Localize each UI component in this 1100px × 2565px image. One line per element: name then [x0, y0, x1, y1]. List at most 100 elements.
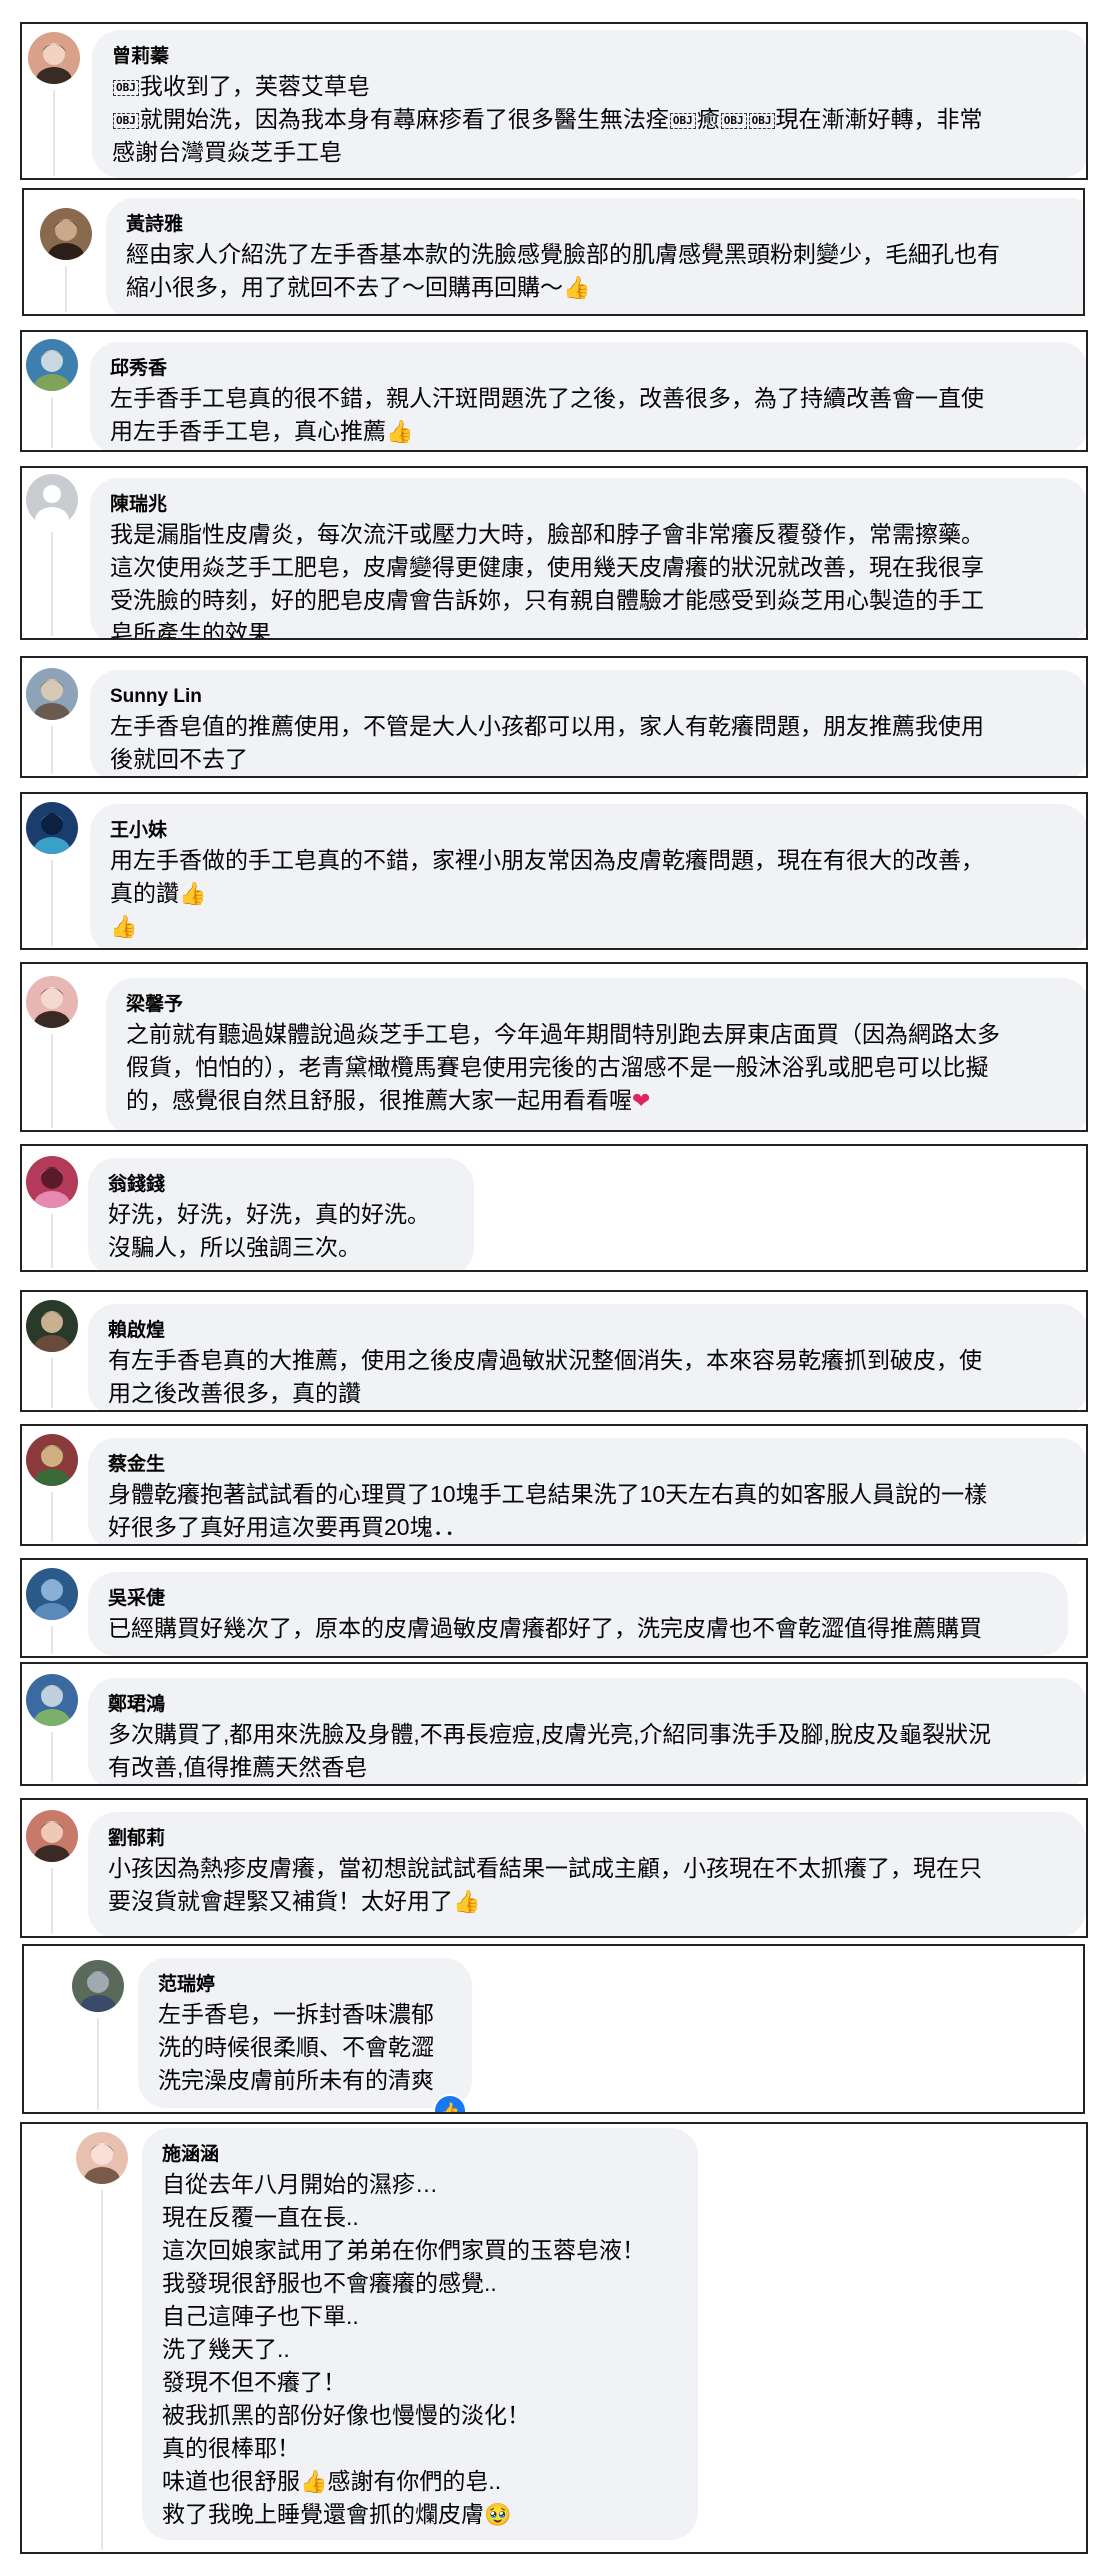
- comment-card: 邱秀香 左手香手工皂真的很不錯，親人汗斑問題洗了之後，改善很多，為了持續改善會一直…: [20, 330, 1088, 452]
- commenter-name[interactable]: 梁馨予: [126, 992, 1070, 1018]
- comment-line: 用之後改善很多，真的讚: [108, 1380, 361, 1406]
- object-placeholder-icon: OBJ: [720, 113, 747, 129]
- comment-line: 假貨，怕怕的），老青黛橄欖馬賽皂使用完後的古溜感不是一般沐浴乳或肥皂可以比擬: [126, 1054, 989, 1080]
- comment-text: 之前就有聽過媒體說過焱芝手工皂，今年過年期間特別跑去屏東店面買（因為網路太多 假貨…: [126, 1018, 1070, 1117]
- comment-card: 施涵涵 自從去年八月開始的濕疹… 現在反覆一直在長.. 這次回娘家試用了弟弟在你們家買…: [20, 2122, 1088, 2554]
- comment-line: OBJ 就開始洗，因為我本身有蕁麻疹看了很多醫生無法痊 OBJ 癒 OBJ OBJ 現在漸漸…: [112, 103, 1070, 136]
- comment-text: 左手香皂值的推薦使用，不管是大人小孩都可以用，家人有乾癢問題，朋友推薦我使用 後就…: [110, 710, 1068, 776]
- avatar[interactable]: [26, 1156, 78, 1208]
- thread-line: [51, 1214, 53, 1268]
- comment-card: 劉郁莉 小孩因為熱疹皮膚癢，當初想說試試看結果一試成主顧，小孩現在不太抓癢了，現在…: [20, 1798, 1088, 1938]
- comment-line: 左手香手工皂真的很不錯，親人汗斑問題洗了之後，改善很多，為了持續改善會一直使: [110, 385, 984, 411]
- commenter-name[interactable]: 陳瑞兆: [110, 492, 1068, 518]
- comment-line: 洗了幾天了..: [162, 2336, 290, 2362]
- avatar[interactable]: [26, 1568, 78, 1620]
- comment-text: 經由家人介紹洗了左手香基本款的洗臉感覺臉部的肌膚感覺黑頭粉刺變少，毛細孔也有 縮小…: [126, 238, 1078, 304]
- avatar[interactable]: [26, 668, 78, 720]
- comment-bubble: 蔡金生 身體乾癢抱著試試看的心理買了10塊手工皂結果洗了10天左右真的如客服人員說…: [88, 1438, 1086, 1544]
- comment-text: 自從去年八月開始的濕疹… 現在反覆一直在長.. 這次回娘家試用了弟弟在你們家買的玉蓉…: [162, 2168, 678, 2531]
- comment-text: 多次購買了,都用來洗臉及身體,不再長痘痘,皮膚光亮,介紹同事洗手及腳,脫皮及龜裂…: [108, 1718, 1068, 1784]
- avatar[interactable]: [26, 1810, 78, 1862]
- comment-bubble: 鄭珺鴻多次購買了,都用來洗臉及身體,不再長痘痘,皮膚光亮,介紹同事洗手及腳,脫皮…: [88, 1678, 1086, 1784]
- comment-card: Sunny Lin 左手香皂值的推薦使用，不管是大人小孩都可以用，家人有乾癢問題，…: [20, 656, 1088, 778]
- thumbs-up-icon: 👍: [386, 420, 414, 445]
- comment-line: 現在反覆一直在長..: [162, 2204, 359, 2230]
- avatar[interactable]: [28, 32, 80, 84]
- commenter-name[interactable]: 王小妹: [110, 818, 1068, 844]
- avatar[interactable]: [26, 339, 78, 391]
- comment-card: 范瑞婷 左手香皂，一拆封香味濃郁 洗的時候很柔順、不會乾澀 洗完澡皮膚前所未有的清爽 👍: [22, 1944, 1085, 2114]
- comment-text: 好洗，好洗，好洗，真的好洗。 沒騙人，所以強調三次。: [108, 1198, 454, 1264]
- avatar[interactable]: [72, 1960, 124, 2012]
- comment-line: 要沒貨就會趕緊又補貨！太好用了👍: [108, 1888, 481, 1915]
- avatar[interactable]: [26, 1300, 78, 1352]
- comment-line: OBJ 我收到了，芙蓉艾草皂: [112, 70, 1070, 103]
- commenter-name[interactable]: 蔡金生: [108, 1452, 1068, 1478]
- comment-text: 左手香手工皂真的很不錯，親人汗斑問題洗了之後，改善很多，為了持續改善會一直使 用左…: [110, 382, 1068, 448]
- comment-card: 陳瑞兆 我是漏脂性皮膚炎，每次流汗或壓力大時，臉部和脖子會非常癢反覆發作，常需擦藥…: [20, 466, 1088, 640]
- thread-line: [51, 1492, 53, 1542]
- comment-text: 小孩因為熱疹皮膚癢，當初想說試試看結果一試成主顧，小孩現在不太抓癢了，現在只 要沒…: [108, 1852, 1066, 1918]
- comment-text: 有左手香皂真的大推薦，使用之後皮膚過敏狀況整個消失，本來容易乾癢抓到破皮，使 用之…: [108, 1344, 1068, 1410]
- commenter-name[interactable]: 翁錢錢: [108, 1172, 454, 1198]
- avatar[interactable]: [40, 208, 92, 260]
- thumbs-up-icon: 👍: [179, 882, 207, 907]
- commenter-name[interactable]: 吳采倢: [108, 1586, 1048, 1612]
- comment-bubble: 劉郁莉 小孩因為熱疹皮膚癢，當初想說試試看結果一試成主顧，小孩現在不太抓癢了，現在…: [88, 1812, 1086, 1936]
- teary-face-icon: 🥹: [484, 2503, 512, 2528]
- comment-text: 我是漏脂性皮膚炎，每次流汗或壓力大時，臉部和脖子會非常癢反覆發作，常需擦藥。 這次…: [110, 518, 1068, 640]
- comment-line: 之前就有聽過媒體說過焱芝手工皂，今年過年期間特別跑去屏東店面買（因為網路太多: [126, 1021, 1000, 1047]
- thread-line: [51, 532, 53, 636]
- commenter-name[interactable]: 曾莉蓁: [112, 44, 1070, 70]
- commenter-name[interactable]: 鄭珺鴻: [108, 1692, 1068, 1718]
- commenter-name[interactable]: 范瑞婷: [158, 1972, 452, 1998]
- avatar[interactable]: [26, 1434, 78, 1486]
- comment-line: 受洗臉的時刻，好的肥皂皮膚會告訴妳，只有親自體驗才能感受到焱芝用心製造的手工: [110, 587, 984, 613]
- comment-bubble: 梁馨予 之前就有聽過媒體說過焱芝手工皂，今年過年期間特別跑去屏東店面買（因為網路太…: [106, 978, 1086, 1130]
- comment-line: 👍: [110, 910, 1068, 943]
- comment-card: 吳采倢 已經購買好幾次了，原本的皮膚過敏皮膚癢都好了，洗完皮膚也不會乾澀值得推薦購…: [20, 1558, 1088, 1658]
- thumbs-up-icon: 👍: [300, 2470, 328, 2495]
- thread-line: [51, 1358, 53, 1408]
- comment-bubble: 陳瑞兆 我是漏脂性皮膚炎，每次流汗或壓力大時，臉部和脖子會非常癢反覆發作，常需擦藥…: [90, 478, 1086, 640]
- thread-line: [51, 397, 53, 448]
- thread-line: [51, 1626, 53, 1654]
- thread-line: [51, 1034, 53, 1128]
- heart-icon: ❤: [632, 1089, 651, 1114]
- comment-line: 好洗，好洗，好洗，真的好洗。: [108, 1201, 430, 1227]
- commenter-name[interactable]: 邱秀香: [110, 356, 1068, 382]
- object-placeholder-icon: OBJ: [748, 113, 775, 129]
- comment-line: 用左手香手工皂，真心推薦👍: [110, 418, 414, 445]
- comment-text: 用左手香做的手工皂真的不錯，家裡小朋友常因為皮膚乾癢問題，現在有很大的改善， 真的…: [110, 844, 1068, 943]
- thumbs-up-icon: 👍: [110, 915, 138, 940]
- avatar[interactable]: [26, 474, 78, 526]
- comment-line: 多次購買了,都用來洗臉及身體,不再長痘痘,皮膚光亮,介紹同事洗手及腳,脫皮及龜裂…: [108, 1721, 991, 1747]
- comment-line: 發現不但不癢了！: [162, 2369, 346, 2395]
- commenter-name[interactable]: 劉郁莉: [108, 1826, 1066, 1852]
- avatar[interactable]: [76, 2132, 128, 2184]
- commenter-name[interactable]: 賴啟煌: [108, 1318, 1068, 1344]
- thread-line: [51, 1732, 53, 1782]
- thread-line: [97, 2018, 99, 2110]
- comment-bubble: 吳采倢 已經購買好幾次了，原本的皮膚過敏皮膚癢都好了，洗完皮膚也不會乾澀值得推薦購…: [88, 1572, 1068, 1656]
- comment-card: 王小妹 用左手香做的手工皂真的不錯，家裡小朋友常因為皮膚乾癢問題，現在有很大的改善…: [20, 792, 1088, 950]
- thread-line: [51, 860, 53, 946]
- comment-text: 身體乾癢抱著試試看的心理買了10塊手工皂結果洗了10天左右真的如客服人員說的一樣…: [108, 1478, 1068, 1544]
- comment-line: 縮小很多，用了就回不去了～回購再回購～👍: [126, 274, 591, 301]
- commenter-name[interactable]: 施涵涵: [162, 2142, 678, 2168]
- commenter-name[interactable]: 黃詩雅: [126, 212, 1078, 238]
- object-placeholder-icon: OBJ: [113, 80, 139, 96]
- avatar[interactable]: [26, 1674, 78, 1726]
- comment-line: 沒騙人，所以強調三次。: [108, 1234, 361, 1260]
- thread-line: [101, 2190, 103, 2550]
- avatar[interactable]: [26, 976, 78, 1028]
- commenter-name[interactable]: Sunny Lin: [110, 684, 1068, 710]
- comment-card: 曾莉蓁 OBJ 我收到了，芙蓉艾草皂 OBJ 就開始洗，因為我本身有蕁麻疹看了很多醫生無…: [20, 22, 1088, 180]
- comment-line: 後就回不去了: [110, 746, 248, 772]
- thread-line: [65, 266, 67, 312]
- comment-line: 皂所產生的效果: [110, 620, 271, 640]
- comment-bubble: 翁錢錢 好洗，好洗，好洗，真的好洗。 沒騙人，所以強調三次。: [88, 1158, 474, 1270]
- avatar[interactable]: [26, 802, 78, 854]
- comment-line: 洗的時候很柔順、不會乾澀: [158, 2034, 434, 2060]
- comment-bubble: 邱秀香 左手香手工皂真的很不錯，親人汗斑問題洗了之後，改善很多，為了持續改善會一直…: [90, 342, 1086, 450]
